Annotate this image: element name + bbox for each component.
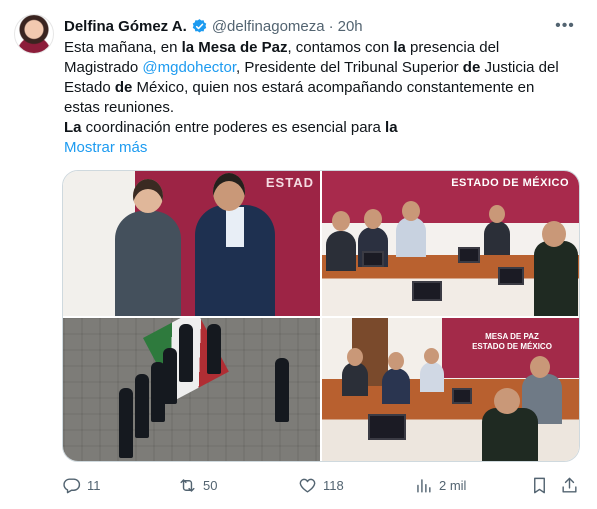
laptop-screen [452, 388, 472, 404]
photo-handshake[interactable]: ESTAD [63, 171, 320, 316]
avatar[interactable] [14, 14, 54, 54]
person-head [424, 348, 439, 364]
media-grid: ESTAD ESTADO DE MÉXICO MESA DE PAZ ESTAD… [62, 170, 580, 462]
bookmark-icon [534, 477, 545, 493]
person-figure [420, 362, 444, 392]
person-figure [326, 231, 356, 271]
person-figure [382, 368, 410, 404]
more-icon[interactable]: ••• [553, 16, 577, 36]
tweet-line: estas reuniones. [64, 98, 584, 118]
verified-badge-icon[interactable] [191, 18, 208, 35]
laptop-screen [412, 281, 442, 301]
photo-meeting-table[interactable]: MESA DE PAZ ESTADO DE MÉXICO [322, 318, 579, 461]
person-head [133, 179, 163, 213]
person-figure [482, 408, 538, 461]
mention-link[interactable]: @mgdohector [142, 59, 236, 76]
person-figure [342, 362, 368, 396]
guard-figure [119, 388, 133, 458]
photo-sign-text: ESTAD [265, 175, 314, 190]
laptop-screen [368, 414, 406, 440]
show-more-link[interactable]: Mostrar más [64, 138, 147, 158]
person-head [364, 209, 382, 229]
person-head [542, 221, 566, 247]
laptop-screen [362, 251, 384, 267]
person-figure [534, 241, 578, 316]
repost-button[interactable]: 50 [178, 472, 217, 498]
text-span-bold: la Mesa de Paz [181, 39, 288, 56]
like-icon [299, 478, 316, 493]
text-span: coordinación entre poderes es esencial p… [81, 119, 386, 136]
guard-figure [163, 348, 177, 404]
timestamp[interactable]: 20h [338, 18, 363, 35]
text-span: Magistrado [64, 59, 143, 76]
text-span: México, quien nos estará acompañando con… [132, 79, 535, 96]
person-figure [484, 221, 510, 255]
text-span: , contamos con [287, 39, 394, 56]
guard-figure [135, 374, 149, 438]
tweet-line: Esta mañana, en la Mesa de Paz, contamos… [64, 38, 584, 58]
person-head [347, 348, 363, 366]
guard-figure [207, 324, 221, 374]
handle[interactable]: @delfinagomeza [212, 18, 325, 35]
photo-sign-text: ESTADO DE MÉXICO [451, 177, 569, 189]
banner-line: MESA DE PAZ [485, 332, 539, 341]
person-head [332, 211, 350, 231]
person-head [489, 205, 505, 223]
reply-icon [63, 477, 81, 493]
share-button[interactable] [560, 472, 579, 498]
text-span-bold: de [462, 59, 481, 76]
person-figure [396, 217, 426, 257]
text-span-bold: la [393, 39, 406, 56]
tweet-line: Magistrado @mgdohector, Presidente del T… [64, 58, 584, 78]
text-span: Estado [64, 79, 115, 96]
text-span: estas reuniones. [64, 99, 175, 116]
person-head [213, 173, 245, 211]
guard-figure [179, 324, 193, 382]
action-bar: 11 50 118 2 mil [58, 472, 588, 498]
tweet-line: La coordinación entre poderes es esencia… [64, 118, 584, 138]
person-figure [115, 211, 181, 316]
text-span: Justicia del [480, 59, 559, 76]
person-head [530, 356, 550, 378]
person-head [388, 352, 404, 370]
laptop-screen [498, 267, 524, 285]
shirt-detail [226, 207, 244, 247]
tweet-line: Estado de México, quien nos estará acomp… [64, 78, 584, 98]
repost-count: 50 [203, 477, 218, 493]
photo-honor-guard[interactable] [63, 318, 320, 461]
text-span: presencia del [405, 39, 500, 56]
views-button[interactable]: 2 mil [414, 472, 466, 498]
repost-icon [180, 478, 195, 492]
like-button[interactable]: 118 [298, 472, 344, 498]
display-name[interactable]: Delfina Gómez A. [64, 18, 187, 35]
text-span-bold: de [114, 79, 133, 96]
like-count: 118 [323, 477, 344, 493]
person-head [494, 388, 520, 414]
tweet-header: Delfina Gómez A. @delfinagomeza · 20h ••… [64, 16, 583, 36]
guard-figure [275, 358, 289, 422]
text-span-bold: la [385, 119, 398, 136]
reply-button[interactable]: 11 [62, 472, 101, 498]
laptop-screen [458, 247, 480, 263]
person-head [402, 201, 420, 221]
views-count: 2 mil [439, 477, 467, 493]
views-icon [417, 478, 431, 493]
reply-count: 11 [87, 477, 101, 493]
photo-meeting-room[interactable]: ESTADO DE MÉXICO [322, 171, 579, 316]
text-span-bold: La [64, 119, 82, 136]
bookmark-button[interactable] [530, 472, 549, 498]
banner-text: MESA DE PAZ ESTADO DE MÉXICO [452, 332, 572, 352]
separator-dot: · [328, 17, 334, 35]
text-span: , Presidente del Tribunal Superior [236, 59, 463, 76]
banner-line: ESTADO DE MÉXICO [472, 342, 552, 351]
tweet-text: Esta mañana, en la Mesa de Paz, contamos… [64, 38, 584, 138]
text-span: Esta mañana, en [64, 39, 182, 56]
share-icon [562, 477, 577, 493]
